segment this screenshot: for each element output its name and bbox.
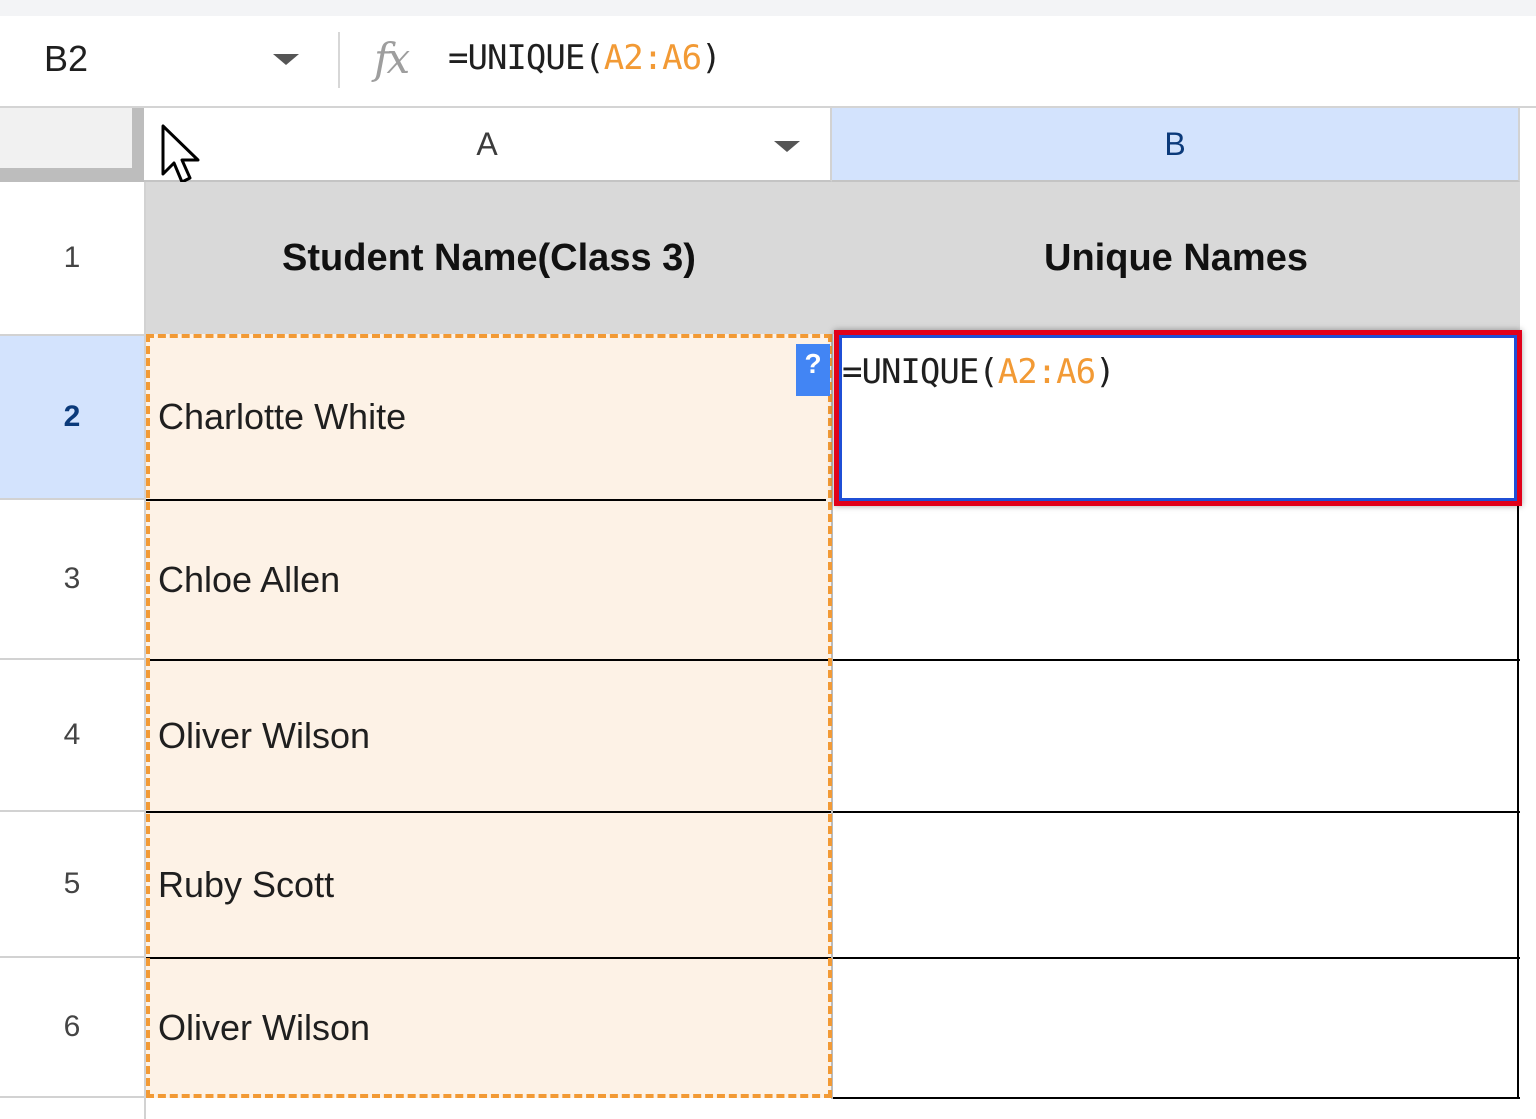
cell-a6[interactable]: Oliver Wilson <box>146 958 832 1098</box>
cell-a6-text: Oliver Wilson <box>158 1007 371 1048</box>
top-strip <box>0 0 1536 16</box>
cell-formula-prefix: =UNIQUE( <box>842 352 999 392</box>
row-header-1[interactable]: 1 <box>0 182 144 336</box>
cell-a5[interactable]: Ruby Scott <box>146 812 832 958</box>
formula-bar-divider <box>338 32 340 88</box>
cell-b1[interactable]: Unique Names <box>832 182 1520 334</box>
cell-a4-text: Oliver Wilson <box>158 715 371 756</box>
select-all-corner[interactable] <box>0 108 132 168</box>
cell-formula-range-ref: A2:A6 <box>997 352 1096 392</box>
formula-input[interactable]: =UNIQUE(A2:A6) <box>448 38 722 78</box>
cell-a1-text: Student Name(Class 3) <box>282 236 696 279</box>
column-a-menu-icon[interactable] <box>774 141 800 152</box>
cell-a2[interactable]: Charlotte White <box>146 334 832 500</box>
fx-icon: fx <box>374 34 410 83</box>
row-header-6[interactable]: 6 <box>0 958 144 1098</box>
cell-a3[interactable]: Chloe Allen <box>146 500 832 660</box>
border-column-divider <box>831 334 833 1099</box>
name-box-dropdown-icon[interactable] <box>273 54 299 65</box>
column-header-b[interactable]: B <box>832 108 1520 182</box>
cell-formula-suffix: ) <box>1095 352 1116 392</box>
border-row-4 <box>146 811 1520 813</box>
column-header-a[interactable]: A <box>144 108 832 182</box>
cell-b2-formula[interactable]: =UNIQUE(A2:A6) <box>842 352 1116 392</box>
row-header-5[interactable]: 5 <box>0 812 144 958</box>
formula-range-ref: A2:A6 <box>603 38 702 78</box>
frozen-row-divider[interactable] <box>0 168 144 182</box>
cell-a1[interactable]: Student Name(Class 3) <box>146 182 832 334</box>
formula-suffix: ) <box>701 38 722 78</box>
name-box[interactable]: B2 <box>44 38 88 80</box>
border-row-5 <box>146 957 1520 959</box>
mouse-cursor-icon <box>161 124 200 184</box>
row-header-3[interactable]: 3 <box>0 500 144 660</box>
border-row-6 <box>832 1097 1520 1099</box>
cell-a4[interactable]: Oliver Wilson <box>146 660 832 812</box>
cell-b3[interactable] <box>832 500 1520 660</box>
border-row-2 <box>146 499 826 501</box>
cell-a3-text: Chloe Allen <box>158 559 341 600</box>
row-header-2[interactable]: 2 <box>0 336 144 500</box>
border-row-3 <box>146 659 1520 661</box>
cell-b6[interactable] <box>832 958 1520 1098</box>
row-header-4[interactable]: 4 <box>0 660 144 812</box>
formula-prefix: =UNIQUE( <box>448 38 605 78</box>
formula-bar: B2 fx =UNIQUE(A2:A6) <box>0 16 1536 108</box>
cell-a5-text: Ruby Scott <box>158 864 335 905</box>
cell-a2-text: Charlotte White <box>158 396 407 437</box>
formula-help-icon[interactable]: ? <box>796 344 830 396</box>
border-right <box>1517 500 1519 1099</box>
cell-b1-text: Unique Names <box>1044 236 1308 279</box>
cell-b4[interactable] <box>832 660 1520 812</box>
cell-b5[interactable] <box>832 812 1520 958</box>
